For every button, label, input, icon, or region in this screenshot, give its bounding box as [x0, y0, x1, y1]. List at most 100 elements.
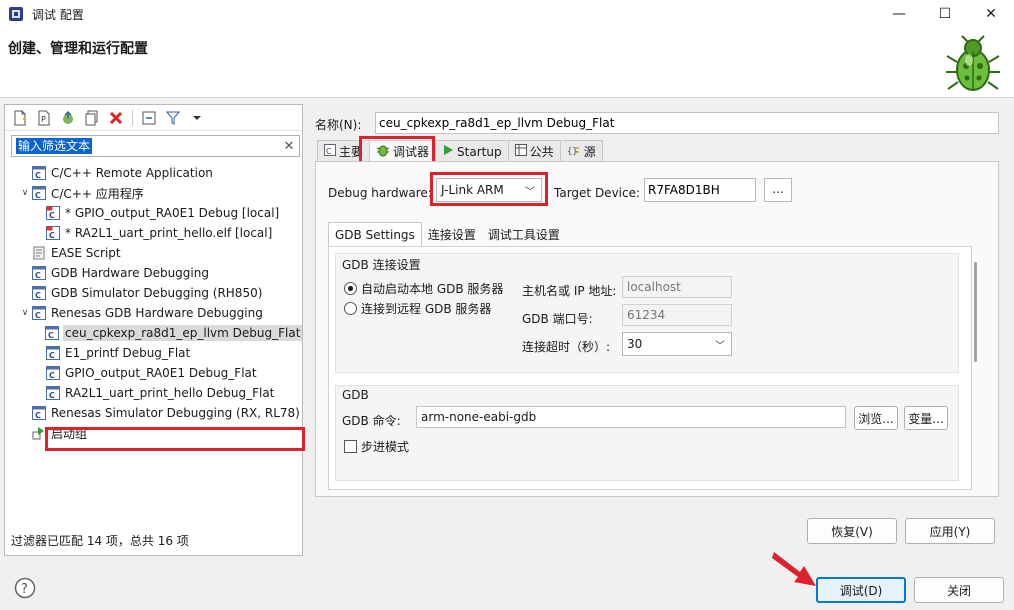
- tab-connection-settings[interactable]: 连接设置: [422, 222, 482, 246]
- gdb-browse-button[interactable]: 浏览...: [854, 406, 898, 430]
- tree-item[interactable]: C GDB Hardware Debugging: [5, 263, 302, 283]
- host-label: 主机名或 IP 地址:: [522, 284, 617, 298]
- tree-item[interactable]: C C/C++ Remote Application: [5, 163, 302, 183]
- export-config-button[interactable]: [57, 108, 79, 128]
- tree-item-label: E1_printf Debug_Flat: [65, 346, 191, 360]
- close-window-button[interactable]: ✕: [968, 0, 1014, 28]
- filter-field[interactable]: 输入筛选文本 ✕: [11, 135, 300, 157]
- step-mode-checkbox[interactable]: 步进模式: [344, 438, 409, 455]
- debug-hardware-highlight: [430, 172, 548, 206]
- startup-tab-icon: [442, 144, 454, 159]
- config-name-input[interactable]: [375, 112, 999, 134]
- collapse-all-icon: [142, 111, 156, 124]
- copy-icon: [85, 110, 98, 125]
- selected-config-highlight: [45, 427, 305, 451]
- checkbox-icon: [344, 440, 357, 453]
- app-icon: [9, 7, 23, 21]
- gdb-command-input[interactable]: [416, 406, 846, 428]
- tab-gdb-settings[interactable]: GDB Settings: [328, 222, 422, 246]
- filter-text[interactable]: 输入筛选文本: [16, 138, 93, 154]
- new-prototype-button[interactable]: P: [33, 108, 55, 128]
- clear-filter-icon[interactable]: ✕: [279, 139, 299, 154]
- radio-remote-server[interactable]: 连接到远程 GDB 服务器: [344, 300, 491, 317]
- radio-remote-label: 连接到远程 GDB 服务器: [361, 302, 492, 316]
- tree-item-label: C/C++ 应用程序: [51, 186, 144, 201]
- host-input[interactable]: [622, 276, 732, 298]
- tab-common[interactable]: 公共: [507, 140, 561, 162]
- target-device-label: Target Device:: [554, 186, 641, 200]
- chevron-down-icon[interactable]: ∨: [19, 307, 31, 319]
- timeout-select[interactable]: 30 ﹀: [622, 332, 732, 356]
- page-title: 创建、管理和运行配置: [8, 41, 148, 57]
- tree-item-label: GDB Hardware Debugging: [51, 266, 209, 280]
- c-config-icon: C: [31, 166, 47, 180]
- gdb-settings-content: GDB 连接设置 自动启动本地 GDB 服务器 连接到远程 GDB 服务器 主机…: [328, 246, 972, 490]
- tree-item-label: RA2L1_uart_print_hello Debug_Flat: [65, 386, 275, 400]
- svg-text:C: C: [35, 271, 41, 280]
- radio-selected-icon: [344, 282, 357, 295]
- chevron-down-icon[interactable]: ∨: [19, 187, 31, 199]
- config-list-panel: P 输入筛选文本 ✕ C C/C++ Remote Application ∨ C C/…: [4, 104, 305, 556]
- config-tree: C C/C++ Remote Application ∨ C C/C++ 应用程序 C * …: [5, 163, 303, 443]
- debug-bug-icon: [946, 35, 1000, 91]
- tree-item[interactable]: C GPIO_output_RA0E1 Debug_Flat: [5, 363, 302, 383]
- header-banner: 创建、管理和运行配置: [0, 28, 1014, 98]
- tab-startup[interactable]: Startup: [435, 140, 509, 162]
- c-config-icon: C: [45, 346, 61, 360]
- export-icon: [63, 110, 73, 124]
- filter-icon: [166, 111, 180, 125]
- tree-item-label: GDB Simulator Debugging (RH850): [51, 286, 263, 300]
- dropdown-arrow-icon: [193, 115, 201, 120]
- filter-button[interactable]: [162, 108, 184, 128]
- tree-item[interactable]: C * GPIO_output_RA0E1 Debug [local]: [5, 203, 302, 223]
- view-menu-button[interactable]: [186, 108, 208, 128]
- debug-button[interactable]: 调试(D): [816, 577, 906, 603]
- revert-button[interactable]: 恢复(V): [807, 518, 897, 544]
- tab-debug-tool-settings[interactable]: 调试工具设置: [482, 222, 566, 246]
- svg-text:C: C: [35, 291, 41, 300]
- new-config-button[interactable]: [9, 108, 31, 128]
- tree-item[interactable]: ∨ C C/C++ 应用程序: [5, 183, 302, 203]
- tree-item[interactable]: C Renesas Simulator Debugging (RX, RL78): [5, 403, 302, 423]
- c-launch-icon: C: [45, 206, 61, 220]
- minimize-button[interactable]: —: [876, 0, 922, 28]
- target-device-input[interactable]: [644, 178, 756, 202]
- main-tab-icon: C: [324, 144, 336, 159]
- tree-item[interactable]: C E1_printf Debug_Flat: [5, 343, 302, 363]
- tree-item[interactable]: C * RA2L1_uart_print_hello.elf [local]: [5, 223, 302, 243]
- pointer-arrow-icon: [772, 552, 816, 586]
- tree-item-label: * GPIO_output_RA0E1 Debug [local]: [65, 206, 280, 220]
- target-device-browse-button[interactable]: ...: [764, 178, 792, 202]
- common-tab-icon: [514, 144, 527, 159]
- port-input[interactable]: [622, 304, 732, 326]
- c-config-icon: C: [31, 306, 47, 320]
- tree-item[interactable]: EASE Script: [5, 243, 302, 263]
- svg-text:C: C: [49, 211, 55, 220]
- maximize-button[interactable]: ☐: [922, 0, 968, 28]
- help-icon[interactable]: ?: [14, 577, 36, 599]
- radio-local-label: 自动启动本地 GDB 服务器: [361, 282, 504, 296]
- gdb-variables-button[interactable]: 变量...: [904, 406, 948, 430]
- new-file-icon: [14, 110, 26, 125]
- c-config-icon: C: [31, 286, 47, 300]
- tree-item-label: ceu_cpkexp_ra8d1_ep_llvm Debug_Flat: [63, 325, 303, 341]
- apply-button[interactable]: 应用(Y): [905, 518, 995, 544]
- tree-item[interactable]: C GDB Simulator Debugging (RH850): [5, 283, 302, 303]
- tree-item[interactable]: C RA2L1_uart_print_hello Debug_Flat: [5, 383, 302, 403]
- c-config-icon: C: [45, 326, 59, 340]
- config-toolbar: P: [5, 105, 302, 131]
- close-button[interactable]: 关闭: [914, 577, 1004, 603]
- radio-local-server[interactable]: 自动启动本地 GDB 服务器: [344, 280, 503, 297]
- tree-item[interactable]: ∨ C Renesas GDB Hardware Debugging: [5, 303, 302, 323]
- scrollbar[interactable]: [974, 262, 977, 362]
- tab-source[interactable]: {} 源: [559, 140, 603, 162]
- delete-config-button[interactable]: [105, 108, 127, 128]
- tree-item[interactable]: Cceu_cpkexp_ra8d1_ep_llvm Debug_Flat: [5, 323, 303, 343]
- svg-text:?: ?: [21, 582, 28, 597]
- duplicate-config-button[interactable]: [81, 108, 103, 128]
- port-label: GDB 端口号:: [522, 312, 593, 326]
- collapse-all-button[interactable]: [138, 108, 160, 128]
